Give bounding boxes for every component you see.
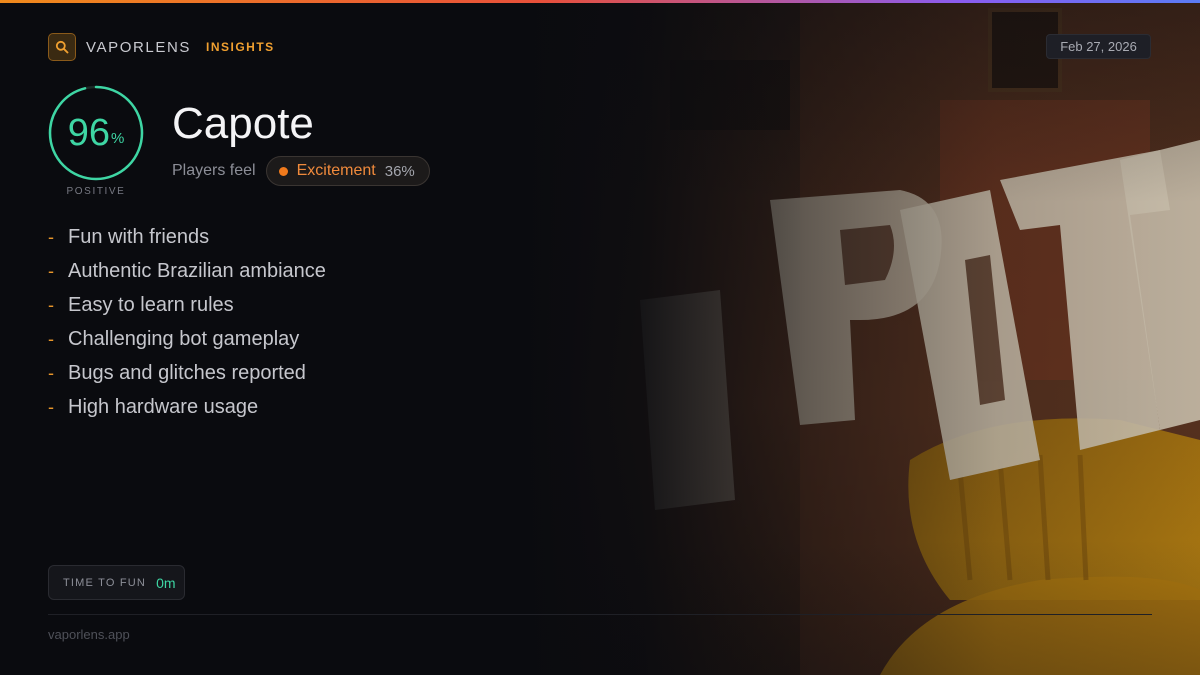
list-item-text: Authentic Brazilian ambiance xyxy=(68,259,326,282)
list-item: - Fun with friends xyxy=(48,220,326,254)
emotion-percent: 36% xyxy=(384,162,415,180)
list-item-text: Challenging bot gameplay xyxy=(68,327,300,350)
list-item-text: Fun with friends xyxy=(68,225,210,248)
score-unit: % xyxy=(110,129,125,147)
dash-icon: - xyxy=(48,294,54,315)
players-feel-label: Players feel xyxy=(172,162,256,179)
list-item: - Easy to learn rules xyxy=(48,288,326,322)
list-item-text: Bugs and glitches reported xyxy=(68,361,306,384)
score-value: 96 % xyxy=(47,84,145,182)
time-to-fun-badge: TIME TO FUN 0m xyxy=(48,565,185,600)
emotion-name: Excitement xyxy=(296,162,376,179)
dash-icon: - xyxy=(48,362,54,383)
dash-icon: - xyxy=(48,396,54,417)
emotion-badge: Excitement 36% xyxy=(265,156,430,186)
date-badge: Feb 27, 2026 xyxy=(1046,34,1151,59)
dash-icon: - xyxy=(48,328,54,349)
list-item: - High hardware usage xyxy=(48,390,326,424)
time-to-fun-value: 0m xyxy=(156,574,176,591)
list-item: - Bugs and glitches reported xyxy=(48,356,326,390)
top-accent-bar xyxy=(0,0,1200,3)
footer-url[interactable]: vaporlens.app xyxy=(48,627,130,642)
list-item: - Challenging bot gameplay xyxy=(48,322,326,356)
brand-section: INSIGHTS xyxy=(206,40,275,54)
brand[interactable]: VAPORLENS INSIGHTS xyxy=(48,33,275,61)
brand-name: VAPORLENS xyxy=(86,38,191,56)
players-feel-row: Players feel Excitement 36% xyxy=(172,156,430,186)
dash-icon: - xyxy=(48,226,54,247)
score-label: POSITIVE xyxy=(66,186,126,197)
time-to-fun-label: TIME TO FUN xyxy=(63,576,147,589)
score-number: 96 xyxy=(67,112,110,154)
footer-divider xyxy=(48,614,1152,615)
highlights-list: - Fun with friends - Authentic Brazilian a… xyxy=(48,220,326,424)
list-item-text: Easy to learn rules xyxy=(68,293,234,316)
dash-icon: - xyxy=(48,260,54,281)
list-item: - Authentic Brazilian ambiance xyxy=(48,254,326,288)
list-item-text: High hardware usage xyxy=(68,395,259,418)
emotion-dot-icon xyxy=(278,166,288,176)
game-title: Capote xyxy=(172,99,314,148)
search-icon xyxy=(48,33,76,61)
